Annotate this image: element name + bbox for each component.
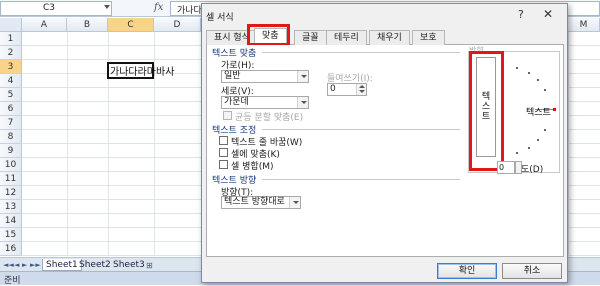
chevron-down-icon[interactable] bbox=[297, 97, 308, 108]
dial-tick bbox=[544, 129, 546, 131]
row-header[interactable]: 10 bbox=[0, 158, 22, 172]
format-cells-dialog: 셀 서식 ? ✕ 표시 형식 맞춤 글꼴 테두리 채우기 보호 텍스트 맞춤 가… bbox=[201, 3, 568, 283]
indent-value: 0 bbox=[330, 84, 336, 94]
select-all-corner[interactable] bbox=[0, 18, 22, 32]
sheet-tab-sheet3[interactable]: Sheet3 bbox=[110, 259, 148, 271]
dial-tick bbox=[544, 89, 546, 91]
tab-protection[interactable]: 보호 bbox=[412, 30, 445, 45]
row-header[interactable]: 8 bbox=[0, 130, 22, 144]
function-icon[interactable]: fx bbox=[154, 2, 163, 13]
name-box-dropdown-icon[interactable] bbox=[104, 5, 110, 9]
dial-tick bbox=[528, 72, 530, 74]
wrap-text-checkbox[interactable] bbox=[219, 136, 228, 145]
last-sheet-icon[interactable]: ►► bbox=[30, 261, 41, 269]
row-header[interactable]: 4 bbox=[0, 74, 22, 88]
row-header[interactable]: 1 bbox=[0, 32, 22, 46]
gridline bbox=[568, 32, 569, 256]
degrees-label: 도(D) bbox=[521, 165, 544, 175]
direction-select[interactable]: 텍스트 방향대로 bbox=[221, 196, 301, 209]
horizontal-select[interactable]: 일반 bbox=[221, 70, 309, 83]
orientation-dial-handle[interactable] bbox=[553, 108, 556, 111]
distributed-label: 균등 분할 맞춤(E) bbox=[235, 113, 304, 123]
merge-cells-checkbox[interactable] bbox=[219, 160, 228, 169]
insert-sheet-icon[interactable]: ⊞ bbox=[146, 261, 153, 270]
tab-font[interactable]: 글꼴 bbox=[294, 30, 327, 45]
orientation-dial-text: 텍스트 bbox=[526, 108, 551, 118]
name-box-value: C3 bbox=[43, 3, 56, 13]
ok-button[interactable]: 확인 bbox=[437, 263, 497, 279]
divider bbox=[262, 129, 460, 130]
vertical-select[interactable]: 가운데 bbox=[221, 96, 309, 109]
tab-border[interactable]: 테두리 bbox=[326, 30, 367, 45]
spin-up-icon[interactable] bbox=[359, 85, 365, 88]
dial-tick bbox=[537, 139, 539, 141]
direction-value: 텍스트 방향대로 bbox=[224, 197, 285, 207]
name-box[interactable]: C3 bbox=[0, 1, 112, 16]
row-header[interactable]: 7 bbox=[0, 116, 22, 130]
cancel-button[interactable]: 취소 bbox=[502, 263, 562, 279]
divider bbox=[262, 52, 460, 53]
column-header-a[interactable]: A bbox=[22, 18, 67, 32]
row-header[interactable]: 11 bbox=[0, 172, 22, 186]
tab-fill[interactable]: 채우기 bbox=[369, 30, 410, 45]
degrees-input[interactable]: 0 bbox=[497, 161, 515, 174]
spin-down-icon[interactable] bbox=[359, 90, 365, 93]
merge-cells-label: 셀 병합(M) bbox=[231, 162, 274, 172]
row-header[interactable]: 13 bbox=[0, 200, 22, 214]
distributed-checkbox[interactable] bbox=[223, 111, 232, 120]
sheet-tab-sheet2[interactable]: Sheet2 bbox=[76, 259, 114, 271]
row-header[interactable]: 6 bbox=[0, 102, 22, 116]
dialog-title: 셀 서식 bbox=[206, 13, 234, 23]
row-header[interactable]: 12 bbox=[0, 186, 22, 200]
row-header[interactable]: 15 bbox=[0, 228, 22, 242]
degrees-value: 0 bbox=[499, 163, 505, 172]
row-header[interactable]: 14 bbox=[0, 214, 22, 228]
column-header-m[interactable]: M bbox=[568, 18, 600, 32]
vertical-text-highlight bbox=[469, 51, 504, 171]
row-header[interactable]: 2 bbox=[0, 46, 22, 60]
active-cell-c3[interactable] bbox=[107, 62, 154, 79]
alignment-panel: 텍스트 맞춤 가로(H): 일반 들여쓰기(I): 세로(V): 0 가운데 균… bbox=[206, 45, 564, 257]
close-icon[interactable]: ✕ bbox=[543, 7, 553, 21]
help-icon[interactable]: ? bbox=[518, 8, 524, 21]
row-header[interactable]: 9 bbox=[0, 144, 22, 158]
column-header-d[interactable]: D bbox=[154, 18, 201, 32]
chevron-down-icon[interactable] bbox=[289, 197, 300, 208]
divider bbox=[262, 179, 460, 180]
column-header-b[interactable]: B bbox=[67, 18, 108, 32]
prev-sheet-icon[interactable]: ◄ bbox=[14, 261, 19, 269]
chevron-down-icon[interactable] bbox=[297, 71, 308, 82]
dial-tick bbox=[537, 79, 539, 81]
first-sheet-icon[interactable]: ◄◄ bbox=[3, 261, 14, 269]
alignment-tab-highlight bbox=[247, 24, 290, 46]
shrink-to-fit-checkbox[interactable] bbox=[219, 148, 228, 157]
vertical-value: 가운데 bbox=[224, 97, 249, 107]
indent-spinner[interactable]: 0 bbox=[327, 83, 367, 96]
column-header-c[interactable]: C bbox=[108, 18, 154, 32]
dial-tick bbox=[528, 147, 530, 149]
spin-buttons[interactable] bbox=[356, 84, 366, 95]
dial-tick bbox=[516, 67, 518, 69]
row-header[interactable]: 16 bbox=[0, 242, 22, 256]
status-text: 준비 bbox=[4, 276, 21, 286]
horizontal-value: 일반 bbox=[224, 71, 241, 81]
gridline bbox=[67, 32, 68, 256]
row-header[interactable]: 5 bbox=[0, 88, 22, 102]
next-sheet-icon[interactable]: ► bbox=[22, 261, 27, 269]
dial-tick bbox=[516, 152, 518, 154]
row-header[interactable]: 3 bbox=[0, 60, 22, 74]
